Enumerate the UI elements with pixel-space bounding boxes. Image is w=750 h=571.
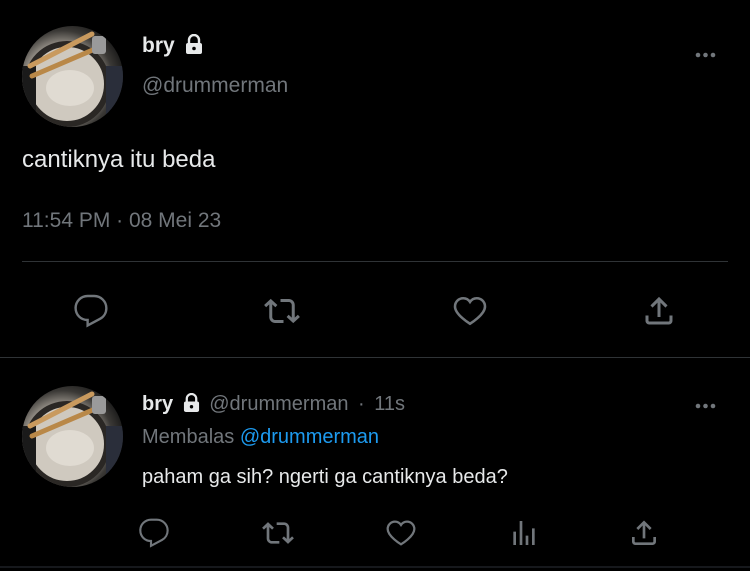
replying-to: Membalas @drummerman	[142, 426, 379, 449]
like-icon	[386, 520, 416, 546]
share-icon	[645, 296, 673, 325]
avatar[interactable]	[22, 26, 123, 127]
reply-views-button[interactable]	[504, 513, 544, 553]
reply-reply-button[interactable]	[134, 513, 174, 553]
retweet-icon	[262, 522, 294, 544]
reply-icon	[139, 518, 169, 548]
reply-retweet-button[interactable]	[258, 513, 298, 553]
reply-header: bry @drummerman · 11s	[142, 392, 405, 418]
reply-text: paham ga sih? ngerti ga cantiknya beda?	[142, 466, 508, 488]
reply-display-name[interactable]: bry	[142, 393, 173, 415]
display-name-row[interactable]: bry	[142, 33, 203, 60]
lock-icon	[185, 33, 203, 60]
drum-avatar-image	[22, 391, 123, 487]
reply-share-button[interactable]	[624, 513, 664, 553]
timestamp[interactable]: 11:54 PM · 08 Mei 23	[22, 209, 221, 233]
lock-icon	[183, 392, 200, 418]
replying-to-mention[interactable]: @drummerman	[240, 426, 379, 448]
reply-avatar[interactable]	[22, 386, 123, 487]
reply-time[interactable]: 11s	[374, 393, 405, 415]
like-icon	[453, 296, 487, 326]
reply-button[interactable]	[71, 291, 111, 331]
share-button[interactable]	[639, 291, 679, 331]
more-icon[interactable]	[693, 45, 723, 65]
reply-handle[interactable]: @drummerman	[209, 393, 348, 415]
bottom-divider	[0, 566, 750, 568]
divider	[22, 261, 728, 262]
views-icon	[513, 521, 535, 545]
like-button[interactable]	[450, 291, 490, 331]
reply-more-icon[interactable]	[693, 396, 723, 416]
separator-dot: ·	[358, 393, 365, 415]
main-tweet: bry @drummerman cantiknya itu beda 11:54…	[0, 0, 750, 358]
reply-icon	[74, 294, 108, 328]
retweet-icon	[264, 298, 300, 324]
tweet-text: cantiknya itu beda	[22, 146, 216, 173]
drum-avatar-image	[22, 31, 123, 127]
section-divider	[0, 357, 750, 358]
handle[interactable]: @drummerman	[142, 74, 288, 98]
retweet-button[interactable]	[262, 291, 302, 331]
reply-like-button[interactable]	[381, 513, 421, 553]
share-icon	[632, 520, 656, 545]
replying-to-label: Membalas	[142, 426, 235, 448]
display-name[interactable]: bry	[142, 34, 175, 57]
